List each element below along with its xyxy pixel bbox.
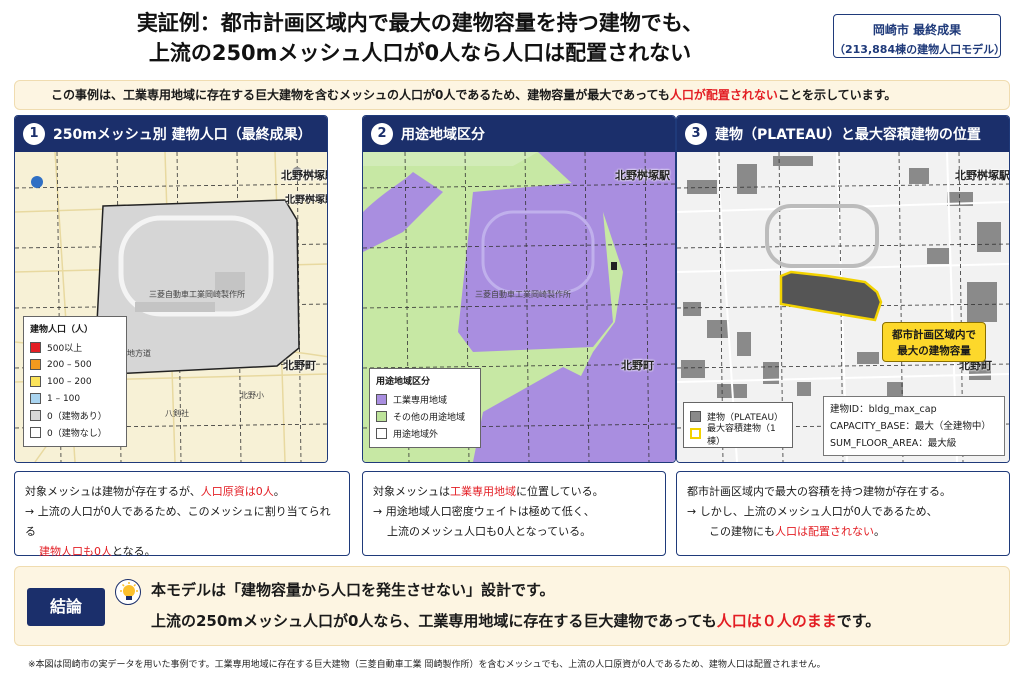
map-1-legend-label: 1 – 100 [47, 393, 81, 404]
map-3-legend-swatch [690, 411, 701, 422]
lightbulb-icon [115, 579, 141, 605]
info-capacity-base: CAPACITY_BASE：最大（全建物中） [830, 421, 991, 432]
map-3-legend-swatch [690, 428, 701, 439]
panel-3-header: 3 建物（PLATEAU）と最大容積建物の位置 [677, 116, 1009, 152]
map-3-legend-item: 最大容積建物（1棟） [690, 424, 786, 447]
note-pre: この事例は、工業専用地域に存在する巨大建物を含むメッシュの人口が0人であるため、… [51, 88, 670, 102]
desc-3-line-3: この建物にも人口は配置されない。 [709, 525, 885, 538]
building-info-box: 建物ID：bldg_max_cap CAPACITY_BASE：最大（全建物中）… [823, 396, 1005, 456]
legend-1-title: 建物人口（人） [30, 325, 94, 335]
panel-3-title: 建物（PLATEAU）と最大容積建物の位置 [715, 127, 981, 143]
map-2-legend-swatch [376, 411, 387, 422]
factory-label: 三菱自動車工業岡崎製作所 [149, 290, 245, 299]
desc-1-line-3: 建物人口も0人となる。 [39, 545, 156, 558]
badge-line-2: （213,884棟の建物人口モデル） [834, 43, 1006, 56]
map-1-legend-swatch [30, 393, 41, 404]
map-1-legend-item: 100 – 200 [30, 373, 120, 390]
map-3-legend: 建物（PLATEAU） 最大容積建物（1棟） [683, 402, 793, 448]
footnote: ※本図は岡崎市の実データを用いた事例です。工業専用地域に存在する巨大建物（三菱自… [28, 660, 826, 670]
map-1-legend-swatch [30, 427, 41, 438]
map-1-legend-label: 500以上 [47, 344, 83, 354]
panel-1-number: 1 [23, 123, 45, 145]
map-1-legend-label: 200 – 500 [47, 359, 92, 370]
map-2-legend-swatch [376, 428, 387, 439]
description-panel-2: 対象メッシュは工業専用地域に位置している。 → 用途地域人口密度ウェイトは極めて… [362, 471, 666, 556]
town-label: 北野町 [283, 359, 316, 372]
map-1-legend: 建物人口（人） 500以上 200 – 500 100 – 200 1 – 100 0（… [23, 316, 127, 447]
desc-2-line-3: 上流のメッシュ人口も0人となっている。 [387, 525, 592, 538]
description-panel-3: 都市計画区域内で最大の容積を持つ建物が存在する。 → しかし、上流のメッシュ人口… [676, 471, 1010, 556]
map-1-legend-swatch [30, 359, 41, 370]
factory-label: 三菱自動車工業岡崎製作所 [475, 290, 571, 299]
panel-3-number: 3 [685, 123, 707, 145]
panel-2-title: 用途地域区分 [401, 127, 485, 143]
conclusion-tag: 結論 [27, 588, 105, 626]
conclusion-box: 結論 本モデルは「建物容量から人口を発生させない」設計です。 上流の250mメッ… [14, 566, 1010, 646]
desc-3-line-2: → しかし、上流のメッシュ人口が0人であるため、 [687, 505, 938, 518]
map-1-legend-label: 0（建物なし） [47, 429, 107, 439]
badge-line-1: 岡崎市 最終成果 [872, 23, 962, 37]
map-1-legend-item: 0（建物なし） [30, 424, 120, 441]
school-label: 北野小 [240, 391, 264, 400]
panel-1-header: 1 250mメッシュ別 建物人口（最終成果） [15, 116, 327, 152]
panel-2-number: 2 [371, 123, 393, 145]
panel-1-title: 250mメッシュ別 建物人口（最終成果） [53, 127, 312, 143]
map-2-legend-item: 用途地域外 [376, 425, 474, 442]
station-label: 北野桝塚駅 [615, 169, 670, 182]
map-2-legend-label: 工業専用地域 [393, 396, 448, 406]
desc-2-line-2: → 用途地域人口密度ウェイトは極めて低く、 [373, 505, 595, 518]
map-1-legend-label: 100 – 200 [47, 376, 92, 387]
map-2-legend-item: その他の用途地域 [376, 408, 474, 425]
legend-2-title: 用途地域区分 [376, 377, 431, 387]
max-capacity-callout: 都市計画区域内で 最大の建物容量 [882, 322, 986, 362]
page-title: 実証例：都市計画区域内で最大の建物容量を持つ建物でも、 上流の250mメッシュ人… [40, 8, 800, 68]
result-badge: 岡崎市 最終成果 （213,884棟の建物人口モデル） [833, 14, 1006, 58]
description-panel-1: 対象メッシュは建物が存在するが、人口原資は0人。 → 上流の人口が0人であるため… [14, 471, 350, 558]
map-1-legend-item: 200 – 500 [30, 356, 120, 373]
conclusion-line-1: 本モデルは「建物容量から人口を発生させない」設計です。 [151, 581, 555, 599]
map-3-legend-label: 最大容積建物（1棟） [707, 423, 776, 447]
panel-2-header: 2 用途地域区分 [363, 116, 675, 152]
desc-2-line-1: 対象メッシュは工業専用地域に位置している。 [373, 485, 604, 498]
map-2-legend-label: その他の用途地域 [393, 413, 466, 423]
info-building-id: 建物ID：bldg_max_cap [830, 404, 937, 415]
map-1-legend-item: 500以上 [30, 339, 120, 356]
panel-zoning: 2 用途地域区分 北野桝塚駅 三菱自動車工業岡崎製作所 北野町 用途地域区分 工… [362, 115, 676, 463]
note-highlight: 人口が配置されない [669, 88, 778, 102]
station-label: 北野桝塚駅 [281, 169, 327, 182]
title-line-1: 実証例：都市計画区域内で最大の建物容量を持つ建物でも、 [136, 11, 704, 35]
conclusion-line-2: 上流の250mメッシュ人口が0人なら、工業専用地域に存在する巨大建物であっても人… [151, 612, 881, 630]
map-1-legend-item: 1 – 100 [30, 390, 120, 407]
info-sum-floor-area: SUM_FLOOR_AREA：最大級 [830, 438, 957, 449]
summary-note: この事例は、工業専用地域に存在する巨大建物を含むメッシュの人口が0人であるため、… [14, 80, 1010, 110]
map-2-legend-label: 用途地域外 [393, 430, 439, 440]
map-1-legend-swatch [30, 342, 41, 353]
map-2-legend: 用途地域区分 工業専用地域その他の用途地域 用途地域外 [369, 368, 481, 448]
shrine-label: 八剣社 [165, 409, 189, 418]
zoning-map[interactable]: 北野桝塚駅 三菱自動車工業岡崎製作所 北野町 用途地域区分 工業専用地域その他の… [363, 152, 675, 462]
map-2-legend-item: 工業専用地域 [376, 391, 474, 408]
desc-3-line-1: 都市計画区域内で最大の容積を持つ建物が存在する。 [687, 485, 951, 498]
desc-1-line-1: 対象メッシュは建物が存在するが、人口原資は0人。 [25, 485, 285, 498]
station-label-2: 北野桝塚駅 [285, 195, 327, 206]
map-1-legend-swatch [30, 410, 41, 421]
map-1-legend-item: 0（建物あり） [30, 407, 120, 424]
desc-1-line-2: → 上流の人口が0人であるため、このメッシュに割り当てられる [25, 505, 331, 538]
station-label: 北野桝塚駅 [955, 169, 1009, 182]
callout-line-1: 都市計画区域内で [892, 329, 976, 341]
title-line-2: 上流の250mメッシュ人口が0人なら人口は配置されない [148, 41, 692, 65]
callout-line-2: 最大の建物容量 [897, 345, 971, 357]
buildings-map[interactable]: 北野桝塚駅 北野町 都市計画区域内で 最大の建物容量 建物（PLATEAU） 最大… [677, 152, 1009, 462]
note-post: ことを示しています。 [777, 88, 897, 102]
map-1-legend-swatch [30, 376, 41, 387]
town-label: 北野町 [621, 359, 654, 372]
map-2-legend-swatch [376, 394, 387, 405]
panel-mesh-population: 1 250mメッシュ別 建物人口（最終成果） 北野桝塚駅 北野桝塚駅 三菱自動車… [14, 115, 328, 463]
map-1-legend-label: 0（建物あり） [47, 412, 107, 422]
mesh-population-map[interactable]: 北野桝塚駅 北野桝塚駅 三菱自動車工業岡崎製作所 北野町 北野小 八剣社 主要地… [15, 152, 327, 462]
panel-buildings: 3 建物（PLATEAU）と最大容積建物の位置 北野桝塚駅 北野町 都市計画区域… [676, 115, 1010, 463]
